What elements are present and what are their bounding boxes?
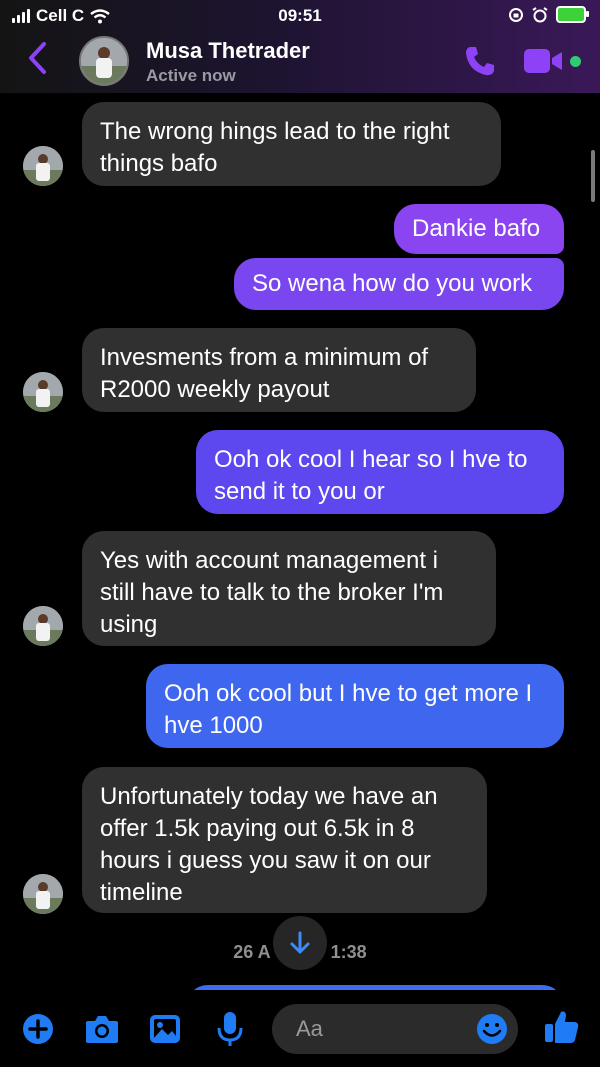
add-icon[interactable] bbox=[22, 1013, 54, 1045]
battery-icon bbox=[556, 6, 589, 23]
emoji-icon[interactable] bbox=[476, 1013, 508, 1045]
camera-icon[interactable] bbox=[84, 1013, 120, 1045]
contact-name[interactable]: Musa Thetrader bbox=[146, 38, 310, 64]
online-dot bbox=[570, 56, 581, 67]
chat-header: Cell C 09:51 Musa Thetrader Active now bbox=[0, 0, 600, 93]
message-bubble-outgoing[interactable]: Ooh ok cool I hear so I hve to send it t… bbox=[196, 430, 564, 514]
arrow-down-icon bbox=[290, 931, 310, 954]
scrollbar[interactable] bbox=[591, 150, 595, 202]
sender-avatar[interactable] bbox=[23, 606, 63, 646]
video-camera-icon[interactable] bbox=[524, 49, 564, 73]
lock-rotation-icon bbox=[509, 7, 523, 22]
message-bubble-incoming[interactable]: Invesments from a minimum of R2000 weekl… bbox=[82, 328, 476, 412]
message-bubble-incoming[interactable]: Yes with account management i still have… bbox=[82, 531, 496, 646]
status-bar: Cell C 09:51 bbox=[0, 4, 600, 26]
thumbs-up-icon[interactable] bbox=[543, 1008, 581, 1046]
message-bubble-outgoing[interactable]: Ooh ok cool but I hve to get more I hve … bbox=[146, 664, 564, 748]
sender-avatar[interactable] bbox=[23, 146, 63, 186]
microphone-icon[interactable] bbox=[216, 1010, 244, 1048]
presence-status: Active now bbox=[146, 66, 236, 85]
sender-avatar[interactable] bbox=[23, 874, 63, 914]
message-bubble-incoming[interactable]: The wrong hings lead to the right things… bbox=[82, 102, 501, 186]
scroll-to-bottom-button[interactable] bbox=[273, 916, 327, 970]
contact-avatar[interactable] bbox=[79, 36, 129, 86]
alarm-icon bbox=[532, 6, 548, 22]
back-chevron-icon[interactable] bbox=[26, 40, 48, 76]
message-bubble-incoming[interactable]: Unfortunately today we have an offer 1.5… bbox=[82, 767, 487, 913]
message-bubble-outgoing[interactable]: Dankie bafo bbox=[394, 204, 564, 254]
image-icon[interactable] bbox=[148, 1013, 182, 1045]
phone-icon[interactable] bbox=[462, 43, 498, 79]
message-bubble-outgoing[interactable]: So wena how do you work bbox=[234, 258, 564, 310]
sender-avatar[interactable] bbox=[23, 372, 63, 412]
